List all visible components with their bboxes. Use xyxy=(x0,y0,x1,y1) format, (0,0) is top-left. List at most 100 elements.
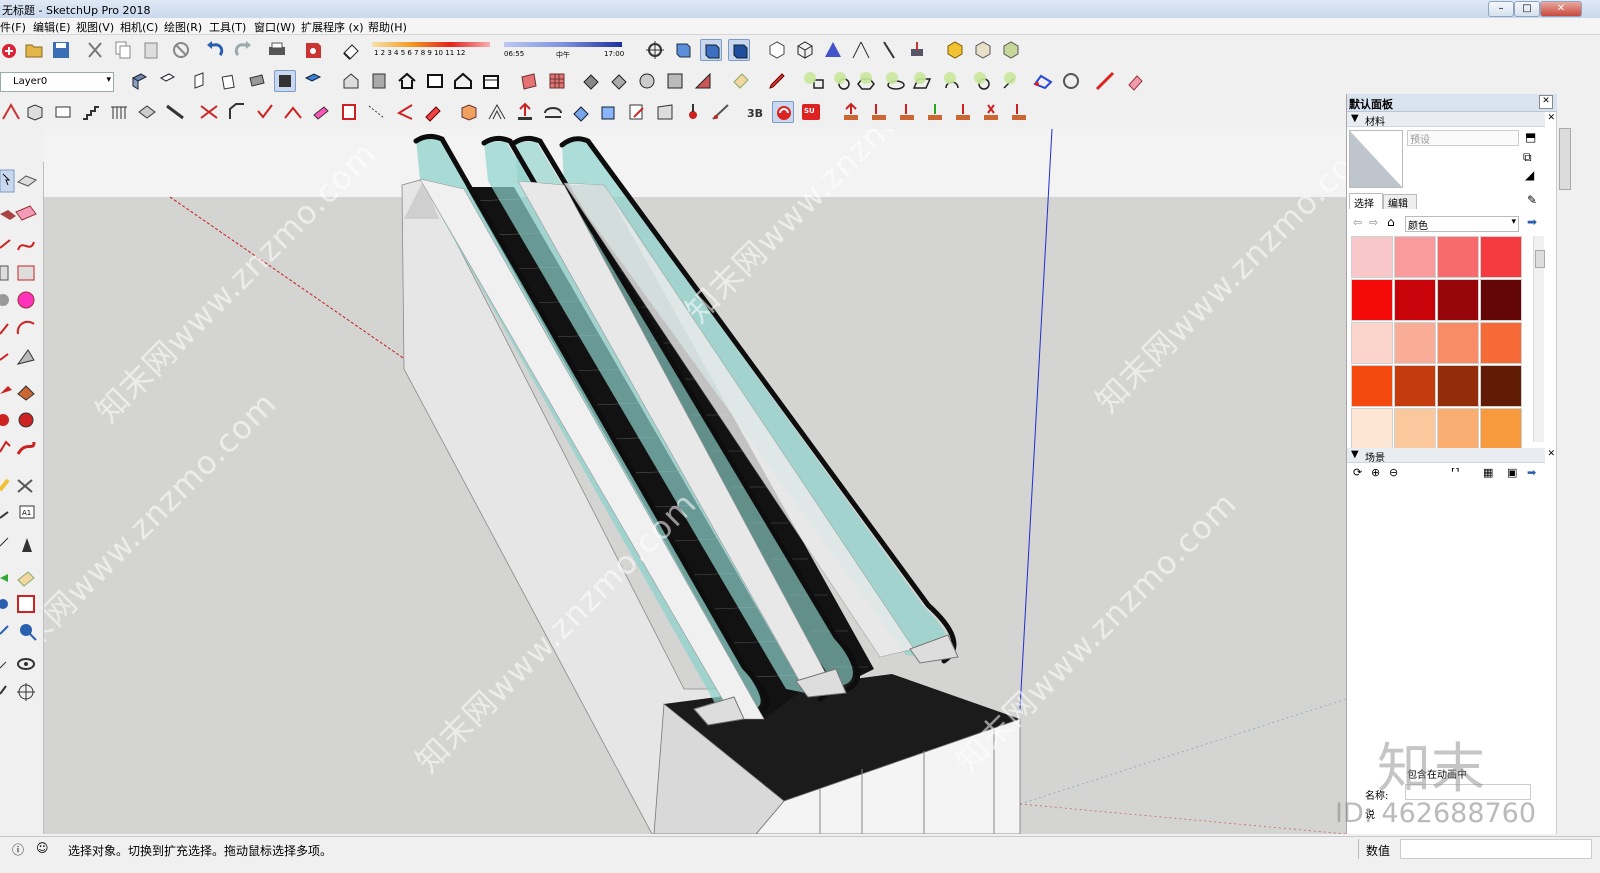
window-tool-icon[interactable] xyxy=(52,101,74,123)
library-dropdown[interactable]: 颜色 ▾ xyxy=(1405,216,1519,232)
new-icon[interactable] xyxy=(0,39,22,61)
menu-tools[interactable]: 工具(T) xyxy=(209,19,246,35)
curve-icon[interactable] xyxy=(394,101,416,123)
grid-icon[interactable] xyxy=(546,70,568,92)
swatch-scrollbar[interactable] xyxy=(1533,236,1545,442)
measure-icon[interactable] xyxy=(682,101,704,123)
shadow-time-slider[interactable]: 06:55 中午 17:00 xyxy=(502,41,624,61)
color-swatch[interactable] xyxy=(1437,322,1479,364)
color-swatch[interactable] xyxy=(1480,236,1522,278)
undo-icon[interactable] xyxy=(204,39,226,61)
warehouse-icon[interactable] xyxy=(340,70,362,92)
back-icon[interactable]: ⇦ xyxy=(1353,216,1362,229)
erase-icon[interactable] xyxy=(170,39,192,61)
smoove-icon[interactable] xyxy=(692,70,714,92)
remove-scene-icon[interactable]: ⊖ xyxy=(1389,466,1398,479)
house-outline-icon[interactable] xyxy=(452,70,474,92)
back-view-icon[interactable] xyxy=(246,70,268,92)
materials-header[interactable]: ▼ 材料 ✕ xyxy=(1347,112,1555,128)
color-swatch[interactable] xyxy=(1437,279,1479,321)
menu-extensions[interactable]: 扩展程序 (x) xyxy=(301,19,364,35)
open-icon[interactable] xyxy=(24,39,46,61)
extend-icon[interactable] xyxy=(282,101,304,123)
color-swatch[interactable] xyxy=(1480,322,1522,364)
flip-edge-icon[interactable] xyxy=(664,70,686,92)
model-info-icon[interactable] xyxy=(302,39,324,61)
display-section-icon[interactable] xyxy=(672,39,694,61)
color-swatch[interactable] xyxy=(1351,408,1393,450)
material-name-field[interactable]: 预设 xyxy=(1407,130,1519,146)
thumbnail-icon[interactable]: ▣ xyxy=(1507,466,1517,479)
align-v-icon[interactable] xyxy=(924,101,946,123)
close-icon[interactable]: ✕ xyxy=(1547,449,1555,459)
menu-camera[interactable]: 相机(C) xyxy=(120,19,158,35)
color-swatch[interactable] xyxy=(1351,365,1393,407)
add-scene-icon[interactable]: ⊕ xyxy=(1371,466,1380,479)
sketchup-logo-icon[interactable] xyxy=(772,101,794,123)
sample-paint-icon[interactable]: ◢ xyxy=(1525,168,1534,182)
paint-bucket-icon[interactable] xyxy=(730,70,752,92)
close-icon[interactable]: ✕ xyxy=(1547,113,1555,123)
color-swatch[interactable] xyxy=(1394,322,1436,364)
layer-dropdown[interactable]: Layer0 ▾ xyxy=(0,72,114,92)
view-options-icon[interactable]: ▦ xyxy=(1483,466,1493,479)
edit-icon[interactable] xyxy=(626,101,648,123)
section-fill-icon[interactable] xyxy=(728,39,750,61)
menu-edit[interactable]: 编辑(E) xyxy=(33,19,71,35)
offset-icon[interactable] xyxy=(1060,70,1082,92)
section-cuts-icon[interactable] xyxy=(700,39,722,61)
color-swatch[interactable] xyxy=(1394,408,1436,450)
info-icon[interactable]: ⓘ xyxy=(12,841,24,858)
extension-warehouse-icon[interactable] xyxy=(368,70,390,92)
color-swatch[interactable] xyxy=(1480,365,1522,407)
update-scene-icon[interactable]: ⟳ xyxy=(1353,466,1362,479)
component-icon[interactable] xyxy=(944,39,966,61)
tab-select[interactable]: 选择 xyxy=(1349,193,1383,210)
create-material-icon[interactable]: ⧉ xyxy=(1523,150,1532,165)
trim-icon[interactable] xyxy=(310,101,332,123)
fillet-icon[interactable] xyxy=(198,101,220,123)
truss-icon[interactable] xyxy=(486,101,508,123)
details-arrow-icon[interactable]: ➡ xyxy=(1527,466,1536,479)
paste-icon[interactable] xyxy=(140,39,162,61)
color-swatch[interactable] xyxy=(1351,279,1393,321)
close-button[interactable]: ✕ xyxy=(1540,1,1582,17)
color-swatch[interactable] xyxy=(1394,279,1436,321)
top-view-icon[interactable] xyxy=(156,70,178,92)
shadows-toggle-icon[interactable] xyxy=(340,39,362,61)
cut-icon[interactable] xyxy=(84,39,106,61)
eraser-tool-icon[interactable] xyxy=(1124,70,1146,92)
protractor-icon[interactable] xyxy=(710,101,732,123)
menu-help[interactable]: 帮助(H) xyxy=(368,19,407,35)
maximize-button[interactable]: □ xyxy=(1514,1,1540,17)
su-app-icon[interactable]: SU xyxy=(800,101,822,123)
eyedropper-icon[interactable]: ✎ xyxy=(1527,193,1537,207)
monochrome-icon[interactable] xyxy=(906,39,928,61)
color-swatch[interactable] xyxy=(1437,236,1479,278)
iso-view-icon[interactable] xyxy=(128,70,150,92)
left-view-icon[interactable] xyxy=(274,70,296,92)
align-f-icon[interactable] xyxy=(1008,101,1030,123)
color-swatch[interactable] xyxy=(1437,408,1479,450)
follow-me-icon[interactable] xyxy=(1032,70,1054,92)
arch-icon[interactable] xyxy=(542,101,564,123)
joint-icon[interactable] xyxy=(338,101,360,123)
measurements-input[interactable] xyxy=(1400,839,1592,859)
display-secondary-icon[interactable]: ⬒ xyxy=(1525,130,1536,144)
minimize-button[interactable]: – xyxy=(1488,1,1514,17)
beam-tool-icon[interactable] xyxy=(164,101,186,123)
pencil-icon[interactable] xyxy=(766,70,788,92)
align-n-icon[interactable] xyxy=(952,101,974,123)
texture-icon[interactable] xyxy=(654,101,676,123)
3b-icon[interactable]: 3B xyxy=(744,101,766,123)
menu-view[interactable]: 视图(V) xyxy=(76,19,114,35)
align-j-icon[interactable] xyxy=(868,101,890,123)
shadow-date-slider[interactable]: 1 2 3 4 5 6 7 8 9 10 11 12 xyxy=(370,41,492,61)
copy-icon[interactable] xyxy=(112,39,134,61)
align-x-icon[interactable] xyxy=(980,101,1002,123)
front-view-icon[interactable] xyxy=(190,70,212,92)
mirror-icon[interactable] xyxy=(422,101,444,123)
storefront-icon[interactable] xyxy=(480,70,502,92)
corner-icon[interactable] xyxy=(254,101,276,123)
color-swatch[interactable] xyxy=(1394,365,1436,407)
